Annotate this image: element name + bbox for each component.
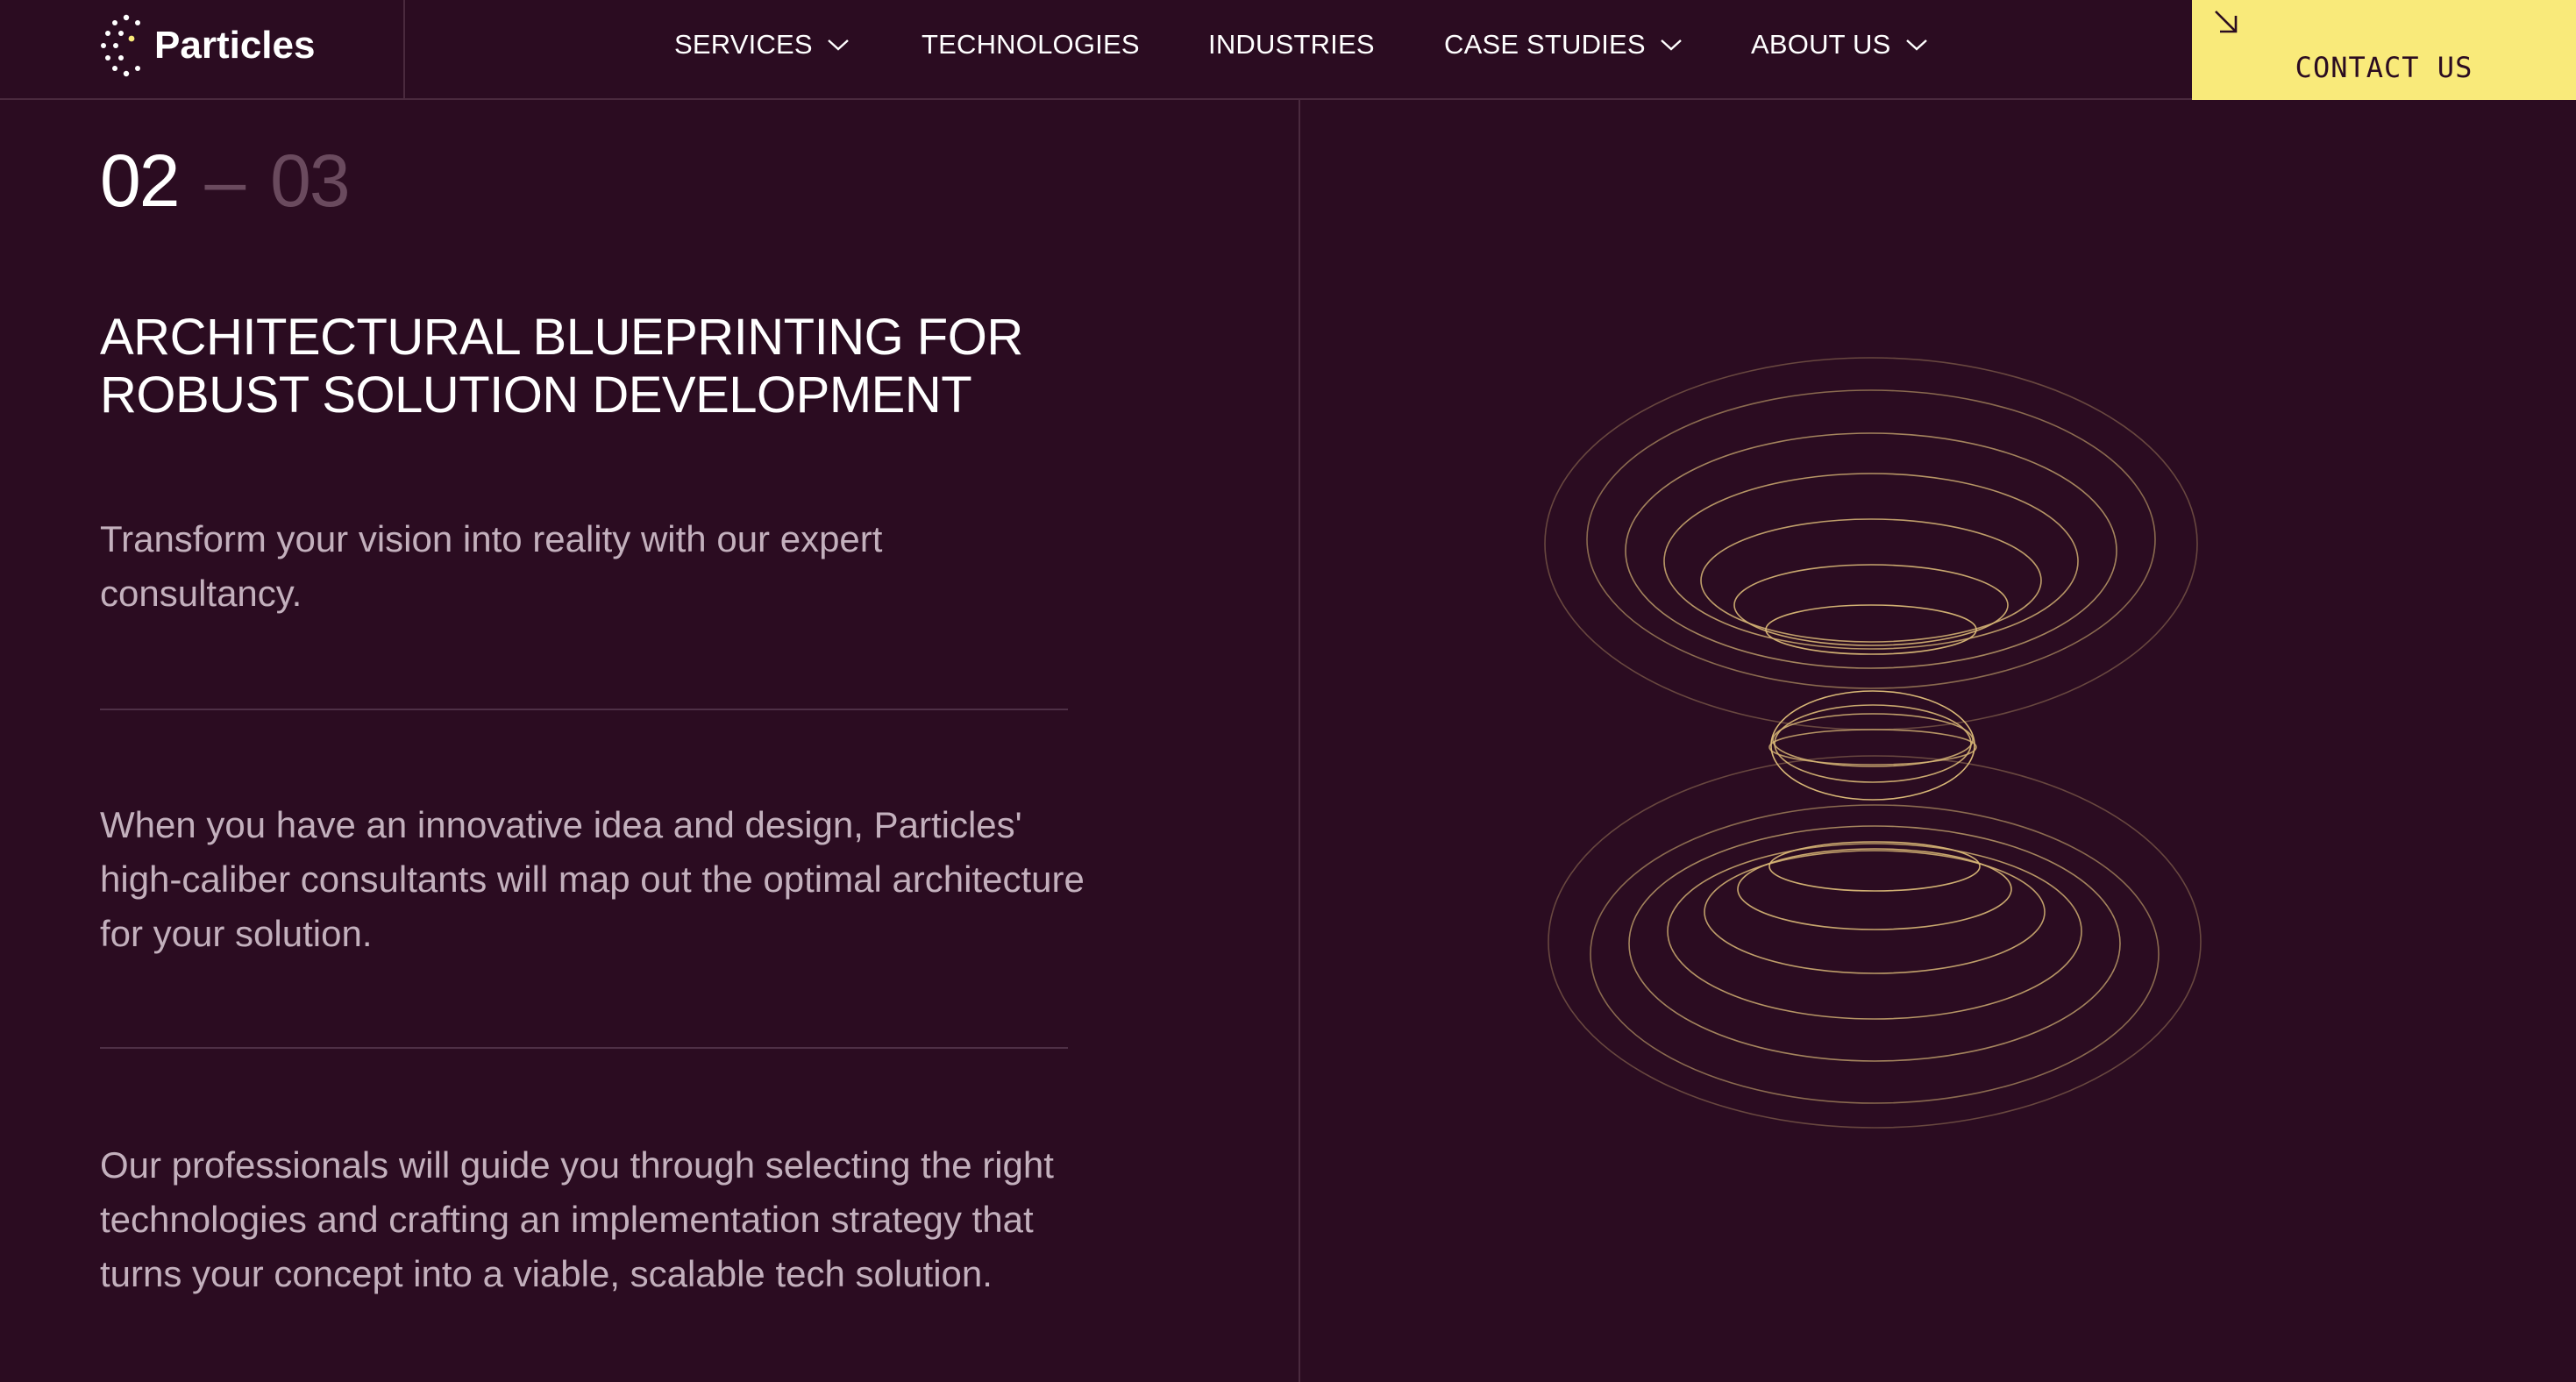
nav-technologies[interactable]: TECHNOLOGIES	[922, 26, 1140, 63]
intro-paragraph: Transform your vision into reality with …	[100, 518, 883, 614]
body-paragraph: When you have an innovative idea and des…	[100, 804, 1085, 954]
column-divider	[1299, 100, 1300, 1382]
logo-text: Particles	[154, 24, 316, 67]
illustration-ring-top	[1586, 389, 2156, 689]
nav-industries-label: INDUSTRIES	[1208, 29, 1375, 60]
chevron-down-icon	[828, 39, 849, 51]
illustration-ring-bottom	[1628, 825, 2121, 1062]
illustration-ring-waist	[1770, 690, 1975, 801]
slide-counter-separator: –	[204, 139, 246, 222]
nav-technologies-label: TECHNOLOGIES	[922, 29, 1140, 60]
nav-industries[interactable]: INDUSTRIES	[1208, 26, 1375, 63]
chevron-down-icon	[1905, 39, 1927, 51]
particles-logo-icon	[101, 14, 140, 77]
illustration-ring-top	[1700, 518, 2042, 643]
illustration-ring-bottom	[1737, 848, 2012, 930]
contact-us-label: CONTACT US	[2295, 51, 2473, 84]
illustration-ring-bottom	[1548, 755, 2202, 1129]
nav-about-us[interactable]: ABOUT US	[1751, 26, 1928, 63]
divider-line	[100, 709, 1068, 710]
illustration-ring-top	[1663, 473, 2079, 650]
illustration-ring-waist	[1774, 704, 1972, 783]
illustration-ring-waist	[1772, 713, 1974, 767]
site-header: Particles SERVICES TECHNOLOGIES INDUSTRI…	[0, 0, 2576, 100]
slide-counter: 02–03	[100, 139, 351, 222]
arrow-down-right-icon	[2215, 11, 2238, 33]
nav-case-studies[interactable]: CASE STUDIES	[1444, 26, 1683, 63]
illustration-ring-top	[1544, 357, 2198, 730]
nav-services-label: SERVICES	[674, 29, 813, 60]
section-title: ARCHITECTURAL BLUEPRINTING FOR ROBUST SO…	[100, 309, 1023, 424]
nav-about-us-label: ABOUT US	[1751, 29, 1891, 60]
hourglass-rings-illustration	[1544, 357, 2202, 1129]
logo-divider	[403, 0, 405, 100]
chevron-down-icon	[1660, 39, 1682, 51]
logo-link[interactable]: Particles	[100, 12, 315, 79]
illustration-ring-waist	[1768, 729, 1977, 766]
nav-services[interactable]: SERVICES	[674, 26, 850, 63]
slide-counter-current: 02	[100, 139, 180, 222]
slide-counter-total: 03	[270, 139, 350, 222]
illustration-ring-bottom	[1667, 843, 2082, 1020]
nav-case-studies-label: CASE STUDIES	[1444, 29, 1646, 60]
illustration-ring-top	[1625, 432, 2117, 669]
illustration-ring-bottom	[1590, 804, 2160, 1104]
divider-line	[100, 1047, 1068, 1049]
illustration-ring-top	[1765, 604, 1977, 655]
body-paragraph: Our professionals will guide you through…	[100, 1144, 1054, 1294]
contact-us-button[interactable]: CONTACT US	[2192, 0, 2576, 100]
